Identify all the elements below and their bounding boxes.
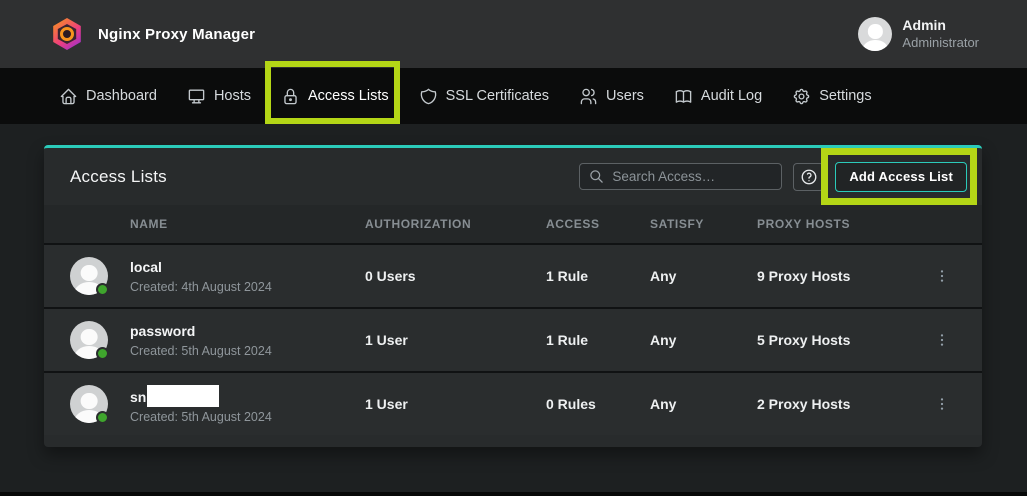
col-authorization: AUTHORIZATION xyxy=(365,217,546,231)
satisfy-cell: Any xyxy=(650,268,757,284)
nav-item-audit-log[interactable]: Audit Log xyxy=(659,68,777,124)
proxy-hosts-cell: 5 Proxy Hosts xyxy=(757,332,926,348)
access-list-name: local xyxy=(130,258,365,276)
nav-label: Settings xyxy=(819,88,871,104)
user-role: Administrator xyxy=(902,35,979,51)
app-brand[interactable]: Nginx Proxy Manager xyxy=(52,18,255,50)
monitor-icon xyxy=(187,87,206,106)
nav-item-access-lists[interactable]: Access Lists xyxy=(266,68,404,124)
access-lists-panel: Access Lists Add Access List NAME AUTHOR… xyxy=(44,145,982,447)
page-title: Access Lists xyxy=(70,167,167,187)
main-nav: Dashboard Hosts Access Lists SSL Certifi… xyxy=(0,68,1027,124)
users-icon xyxy=(579,87,598,106)
nav-item-ssl-certificates[interactable]: SSL Certificates xyxy=(404,68,564,124)
table-header: NAME AUTHORIZATION ACCESS SATISFY PROXY … xyxy=(44,205,982,243)
app-header: Nginx Proxy Manager Admin Administrator xyxy=(0,0,1027,68)
created-date: Created: 4th August 2024 xyxy=(130,280,365,294)
row-menu-button[interactable] xyxy=(926,324,958,356)
user-avatar xyxy=(858,17,892,51)
row-menu-button[interactable] xyxy=(926,388,958,420)
col-satisfy: SATISFY xyxy=(650,217,757,231)
nav-label: Access Lists xyxy=(308,88,389,104)
satisfy-cell: Any xyxy=(650,396,757,412)
table-row[interactable]: password Created: 5th August 2024 1 User… xyxy=(44,307,982,371)
row-menu-button[interactable] xyxy=(926,260,958,292)
help-button[interactable] xyxy=(793,163,824,191)
kebab-menu-icon xyxy=(934,332,950,348)
authorization-cell: 1 User xyxy=(365,332,546,348)
avatar xyxy=(70,385,108,423)
app-title: Nginx Proxy Manager xyxy=(98,26,255,43)
search-input[interactable] xyxy=(612,169,772,184)
app-logo-icon xyxy=(52,18,82,50)
col-access: ACCESS xyxy=(546,217,650,231)
col-proxy-hosts: PROXY HOSTS xyxy=(757,217,926,231)
nav-item-dashboard[interactable]: Dashboard xyxy=(44,68,172,124)
panel-header: Access Lists Add Access List xyxy=(44,148,982,205)
kebab-menu-icon xyxy=(934,268,950,284)
nav-label: Dashboard xyxy=(86,88,157,104)
avatar xyxy=(70,321,108,359)
access-list-name: password xyxy=(130,322,365,340)
user-name: Admin xyxy=(902,17,979,35)
access-cell: 1 Rule xyxy=(546,268,650,284)
status-dot xyxy=(96,283,109,296)
search-box xyxy=(579,163,782,190)
bottom-edge-strip xyxy=(0,492,1027,496)
table-row[interactable]: local Created: 4th August 2024 0 Users 1… xyxy=(44,243,982,307)
created-date: Created: 5th August 2024 xyxy=(130,410,365,424)
col-name: NAME xyxy=(130,217,365,231)
kebab-menu-icon xyxy=(934,396,950,412)
nav-label: Hosts xyxy=(214,88,251,104)
add-access-list-button[interactable]: Add Access List xyxy=(835,162,967,192)
satisfy-cell: Any xyxy=(650,332,757,348)
search-icon xyxy=(589,169,604,184)
status-dot xyxy=(96,411,109,424)
home-icon xyxy=(59,87,78,106)
access-list-name: sn xyxy=(130,389,146,405)
nav-label: Users xyxy=(606,88,644,104)
redaction-box xyxy=(147,385,219,407)
authorization-cell: 1 User xyxy=(365,396,546,412)
authorization-cell: 0 Users xyxy=(365,268,546,284)
access-cell: 0 Rules xyxy=(546,396,650,412)
proxy-hosts-cell: 9 Proxy Hosts xyxy=(757,268,926,284)
lock-icon xyxy=(281,87,300,106)
table-row[interactable]: sn Created: 5th August 2024 1 User 0 Rul… xyxy=(44,371,982,435)
shield-icon xyxy=(419,87,438,106)
proxy-hosts-cell: 2 Proxy Hosts xyxy=(757,396,926,412)
book-icon xyxy=(674,87,693,106)
nav-label: SSL Certificates xyxy=(446,88,549,104)
help-icon xyxy=(800,168,818,186)
status-dot xyxy=(96,347,109,360)
nav-item-hosts[interactable]: Hosts xyxy=(172,68,266,124)
gear-icon xyxy=(792,87,811,106)
user-menu[interactable]: Admin Administrator xyxy=(858,17,979,51)
created-date: Created: 5th August 2024 xyxy=(130,344,365,358)
nav-item-users[interactable]: Users xyxy=(564,68,659,124)
nav-item-settings[interactable]: Settings xyxy=(777,68,886,124)
avatar xyxy=(70,257,108,295)
access-cell: 1 Rule xyxy=(546,332,650,348)
nav-label: Audit Log xyxy=(701,88,762,104)
